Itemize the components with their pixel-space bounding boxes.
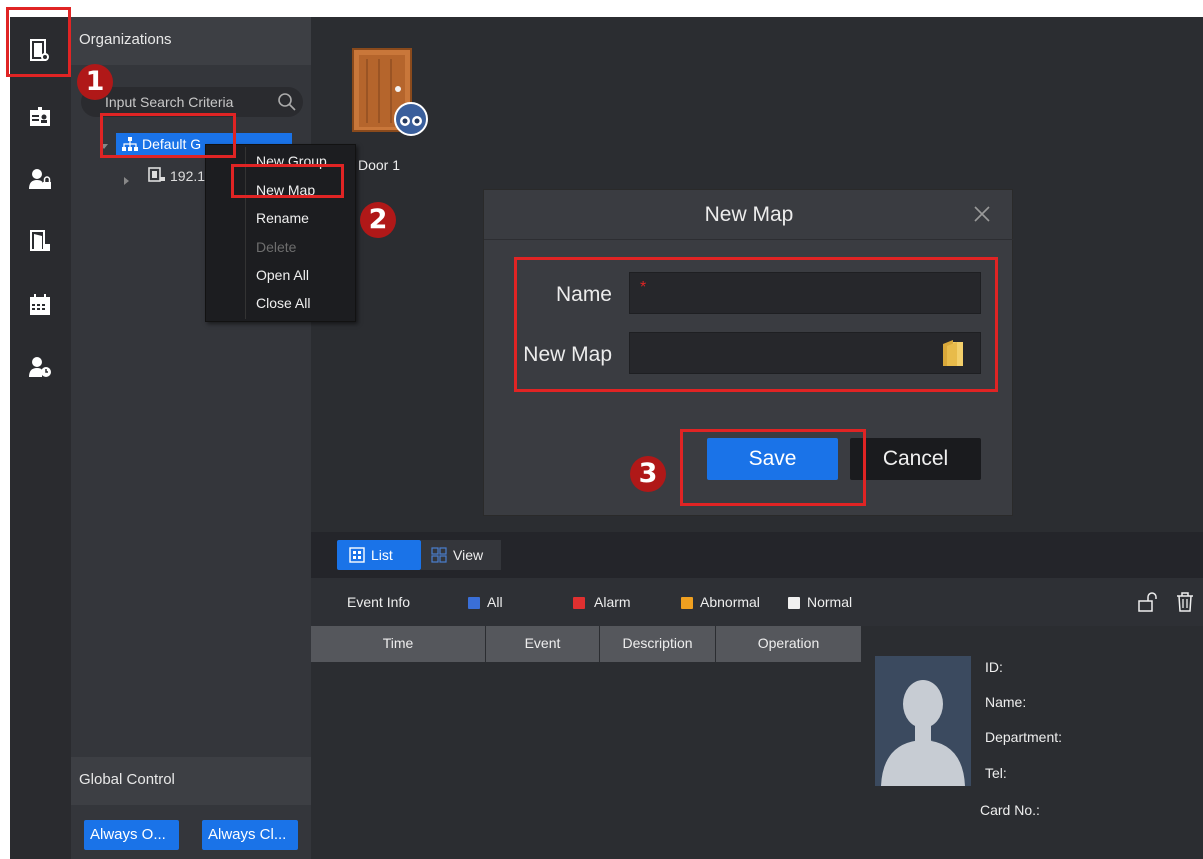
- event-info-bar: Event Info All Alarm Abnormal Normal: [311, 578, 1203, 626]
- column-operation[interactable]: Operation: [716, 626, 861, 662]
- door-label: Door 1: [358, 157, 401, 173]
- door-device[interactable]: [351, 47, 428, 136]
- abnormal-label: Abnormal: [700, 594, 760, 610]
- all-checkbox[interactable]: [468, 597, 480, 609]
- door-lock-icon[interactable]: [26, 229, 54, 253]
- step-1-badge: 1: [77, 64, 113, 100]
- list-icon: [349, 547, 365, 563]
- view-tabs-bar: List View: [311, 532, 1203, 578]
- annotation-box-tree: [100, 113, 236, 158]
- calendar-icon[interactable]: [26, 293, 54, 317]
- collapse-caret-icon[interactable]: [122, 173, 130, 191]
- avatar: [875, 656, 971, 786]
- tab-view[interactable]: View: [421, 540, 501, 570]
- door-icon: [352, 48, 428, 136]
- search-placeholder: Input Search Criteria: [105, 94, 234, 110]
- left-nav-rail: [10, 17, 71, 859]
- id-card-icon[interactable]: [26, 105, 54, 129]
- annotation-box-save: [680, 429, 866, 506]
- annotation-box-door: [6, 7, 71, 77]
- menu-item-open-all[interactable]: Open All: [256, 267, 309, 289]
- tree-node-label: 192.1: [170, 168, 206, 184]
- alarm-checkbox[interactable]: [573, 597, 585, 609]
- step-3-badge: 3: [630, 456, 666, 492]
- event-table-body: [311, 662, 861, 859]
- department-field: Department:: [985, 729, 1063, 745]
- step-2-badge: 2: [360, 202, 396, 238]
- alarm-label: Alarm: [594, 594, 631, 610]
- all-label: All: [487, 594, 503, 610]
- normal-label: Normal: [807, 594, 853, 610]
- cancel-button[interactable]: Cancel: [850, 438, 981, 480]
- annotation-box-fields: [514, 257, 998, 392]
- annotation-box-new-map: [231, 164, 344, 198]
- trash-icon[interactable]: [1176, 592, 1194, 615]
- id-field: ID:: [985, 659, 1003, 675]
- tel-field: Tel:: [985, 765, 1007, 781]
- global-control-title: Global Control: [71, 757, 311, 805]
- column-event[interactable]: Event: [486, 626, 600, 662]
- menu-item-rename[interactable]: Rename: [256, 210, 309, 232]
- card-no-field: Card No.:: [980, 802, 1040, 818]
- tab-view-label: View: [453, 547, 484, 563]
- name-field-label: Name:: [985, 694, 1027, 710]
- column-description[interactable]: Description: [600, 626, 716, 662]
- menu-item-delete: Delete: [256, 239, 297, 255]
- person-info-panel: ID: Name: Department: Tel: Card No.:: [861, 626, 1203, 859]
- event-table-header: Time Event Description Operation: [311, 626, 861, 662]
- event-info-label: Event Info: [347, 594, 411, 610]
- normal-checkbox[interactable]: [788, 597, 800, 609]
- user-clock-icon[interactable]: [26, 355, 54, 379]
- user-lock-icon[interactable]: [26, 167, 54, 191]
- search-icon[interactable]: [277, 92, 297, 112]
- grid-icon: [431, 547, 447, 563]
- column-time[interactable]: Time: [311, 626, 486, 662]
- always-open-button[interactable]: Always O...: [84, 820, 179, 850]
- dialog-title: New Map: [484, 190, 1014, 240]
- unlock-icon[interactable]: [1137, 592, 1157, 615]
- tab-list-label: List: [371, 547, 393, 563]
- abnormal-checkbox[interactable]: [681, 597, 693, 609]
- device-icon: [148, 167, 165, 182]
- close-icon[interactable]: [972, 204, 992, 224]
- tab-list[interactable]: List: [337, 540, 421, 570]
- always-close-button[interactable]: Always Cl...: [202, 820, 298, 850]
- menu-item-close-all[interactable]: Close All: [256, 295, 310, 317]
- organizations-title: Organizations: [71, 17, 311, 65]
